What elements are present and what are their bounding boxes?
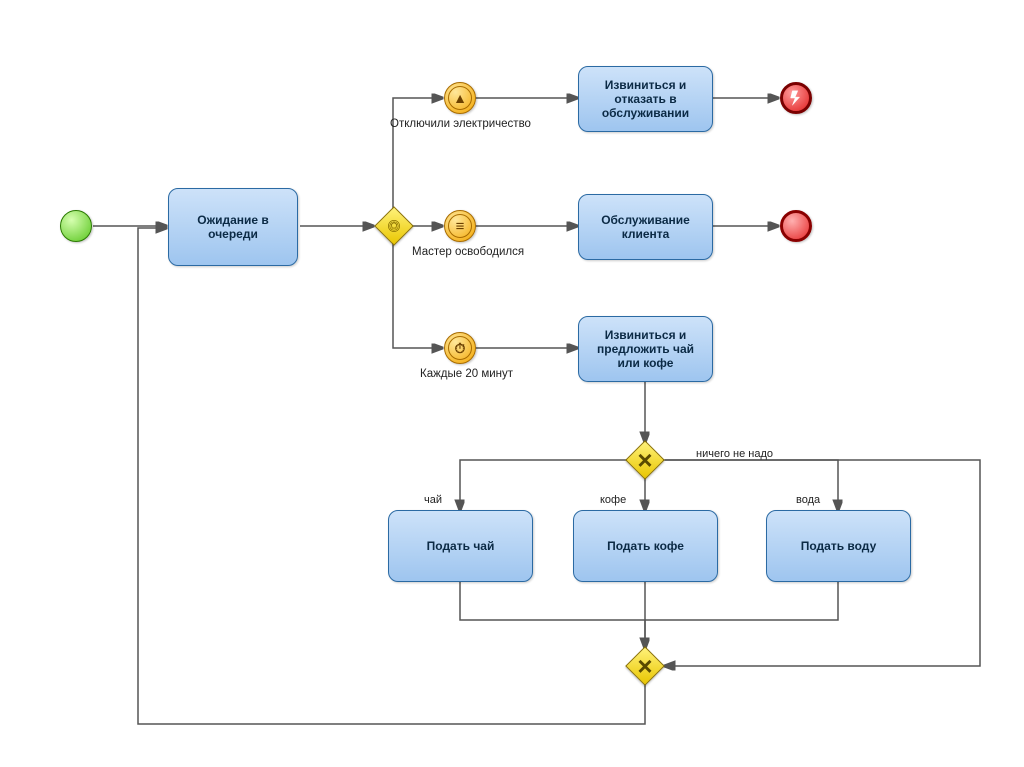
task-apologize-offer[interactable]: Извиниться и предложить чай или кофе <box>578 316 713 382</box>
task-label: Извиниться и предложить чай или кофе <box>585 328 706 370</box>
timer-icon: ⏱ <box>444 332 476 364</box>
event-electricity-off[interactable]: ▲ <box>444 82 476 114</box>
start-event-circle <box>60 210 92 242</box>
x-icon: × <box>637 650 653 682</box>
pentagon-icon <box>387 219 401 233</box>
gateway-exclusive-merge[interactable]: × <box>625 646 665 686</box>
edge-label-tea: чай <box>424 494 442 506</box>
event-label-master: Мастер освободился <box>412 246 524 258</box>
task-serve-client[interactable]: Обслуживание клиента <box>578 194 713 260</box>
error-end-circle <box>780 82 812 114</box>
edge-label-nothing: ничего не надо <box>696 448 773 460</box>
bpmn-canvas: Ожидание в очереди ▲ Отключили электриче… <box>0 0 1024 767</box>
task-apologize-refuse[interactable]: Извиниться и отказать в обслуживании <box>578 66 713 132</box>
list-icon: ≡ <box>444 210 476 242</box>
event-label-timer: Каждые 20 минут <box>420 368 513 380</box>
task-label: Ожидание в очереди <box>175 213 291 241</box>
task-label: Подать воду <box>801 539 877 553</box>
edge-label-water: вода <box>796 494 820 506</box>
task-label: Подать кофе <box>607 539 684 553</box>
task-wait-queue[interactable]: Ожидание в очереди <box>168 188 298 266</box>
task-serve-coffee[interactable]: Подать кофе <box>573 510 718 582</box>
flow-edges <box>0 0 1024 767</box>
event-label-electricity: Отключили электричество <box>390 118 531 130</box>
end-event-error[interactable] <box>780 82 812 114</box>
x-icon: × <box>637 444 653 476</box>
arrow-up-icon: ▲ <box>444 82 476 114</box>
task-label: Извиниться и отказать в обслуживании <box>585 78 706 120</box>
gateway-event-based[interactable] <box>374 206 414 246</box>
task-label: Обслуживание клиента <box>585 213 706 241</box>
end-event[interactable] <box>780 210 812 242</box>
event-master-free[interactable]: ≡ <box>444 210 476 242</box>
gateway-exclusive-choice[interactable]: × <box>625 440 665 480</box>
task-serve-water[interactable]: Подать воду <box>766 510 911 582</box>
lightning-icon <box>787 89 805 107</box>
event-timer-20min[interactable]: ⏱ <box>444 332 476 364</box>
edge-label-coffee: кофе <box>600 494 626 506</box>
start-event[interactable] <box>60 210 92 242</box>
task-serve-tea[interactable]: Подать чай <box>388 510 533 582</box>
task-label: Подать чай <box>427 539 495 553</box>
end-event-circle <box>780 210 812 242</box>
